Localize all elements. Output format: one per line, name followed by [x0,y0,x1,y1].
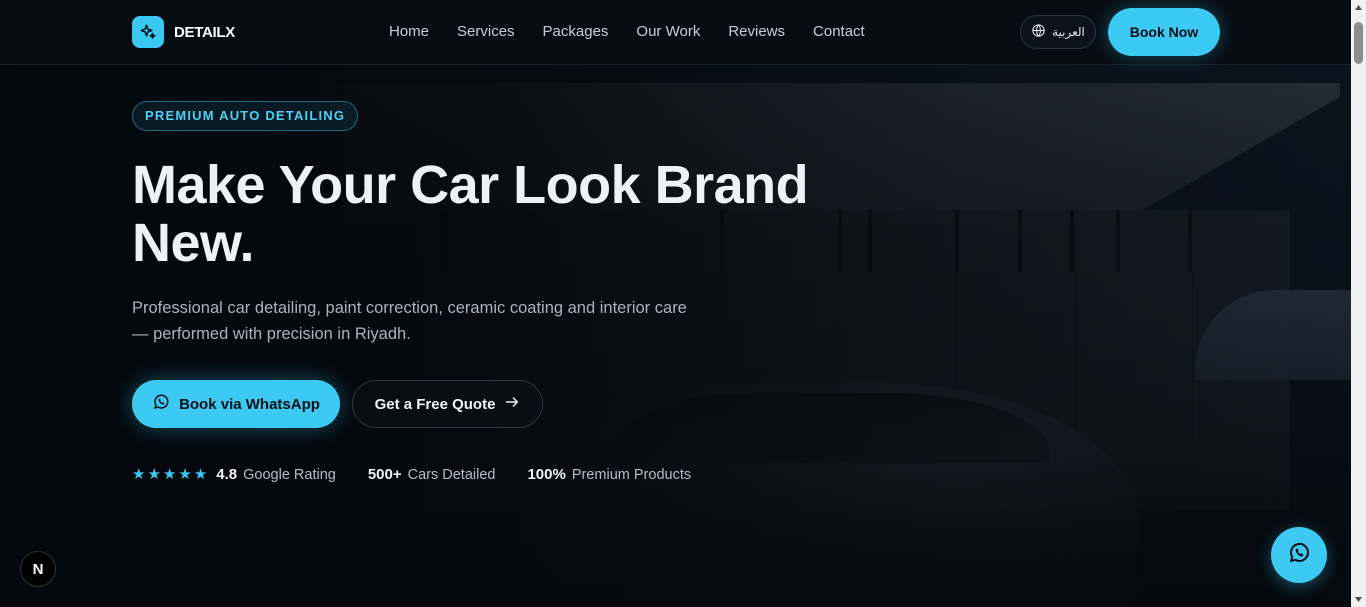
main-nav: Home Services Packages Our Work Reviews … [389,23,865,41]
free-quote-button[interactable]: Get a Free Quote [352,380,543,428]
nav-services[interactable]: Services [457,23,515,41]
hero-cta-group: Book via WhatsApp Get a Free Quote [132,380,832,428]
site-header: DETAILX Home Services Packages Our Work … [0,0,1351,65]
globe-icon [1031,23,1046,41]
star-icon: ★ [132,465,146,483]
free-quote-label: Get a Free Quote [374,395,496,413]
stat-label: Premium Products [571,466,692,483]
logo[interactable]: DETAILX [132,16,235,48]
star-icon: ★ [147,465,161,483]
book-now-button[interactable]: Book Now [1108,8,1220,56]
stat-value: 100% [527,466,566,483]
hero-content: PREMIUM AUTO DETAILING Make Your Car Loo… [132,101,832,483]
nav-reviews[interactable]: Reviews [728,23,785,41]
stat-value: 500+ [367,466,402,483]
hero-stats: ★ ★ ★ ★ ★ 4.8 Google Rating 500+ Cars De… [132,466,832,483]
page: DETAILX Home Services Packages Our Work … [0,0,1351,607]
rating-value: 4.8 [216,466,238,483]
scroll-down-arrow-icon[interactable] [1351,592,1366,607]
vertical-scrollbar[interactable] [1351,0,1366,607]
book-via-whatsapp-button[interactable]: Book via WhatsApp [132,380,340,428]
hero-subtext: Professional car detailing, paint correc… [132,299,687,343]
language-label: العربية [1052,25,1085,39]
hero-headline: Make Your Car Look Brand New. [132,155,809,273]
google-rating-stat: ★ ★ ★ ★ ★ 4.8 Google Rating [132,466,336,483]
hero-badge: PREMIUM AUTO DETAILING [132,101,359,131]
nav-home[interactable]: Home [389,23,429,41]
book-via-whatsapp-label: Book via WhatsApp [179,395,320,413]
scroll-up-arrow-icon[interactable] [1351,0,1366,15]
whatsapp-icon [152,393,170,415]
star-icon: ★ [162,465,177,483]
dev-tools-badge[interactable]: N [20,551,56,587]
floating-whatsapp-button[interactable] [1271,527,1327,583]
premium-products-stat: 100% Premium Products [527,466,691,483]
arrow-right-icon [504,394,520,414]
nav-contact[interactable]: Contact [813,23,865,41]
nav-our-work[interactable]: Our Work [636,23,700,41]
scrollbar-thumb[interactable] [1354,22,1363,64]
sparkle-icon [132,16,164,48]
cars-detailed-stat: 500+ Cars Detailed [368,466,496,483]
logo-text: DETAILX [174,23,235,41]
nav-packages[interactable]: Packages [543,23,609,41]
language-toggle-button[interactable]: العربية [1020,15,1096,49]
whatsapp-icon [1287,541,1311,570]
rating-stars: ★ ★ ★ ★ ★ [132,465,208,483]
rating-label: Google Rating [243,466,336,483]
star-icon: ★ [193,465,208,483]
stat-label: Cars Detailed [407,466,496,483]
star-icon: ★ [178,465,192,483]
